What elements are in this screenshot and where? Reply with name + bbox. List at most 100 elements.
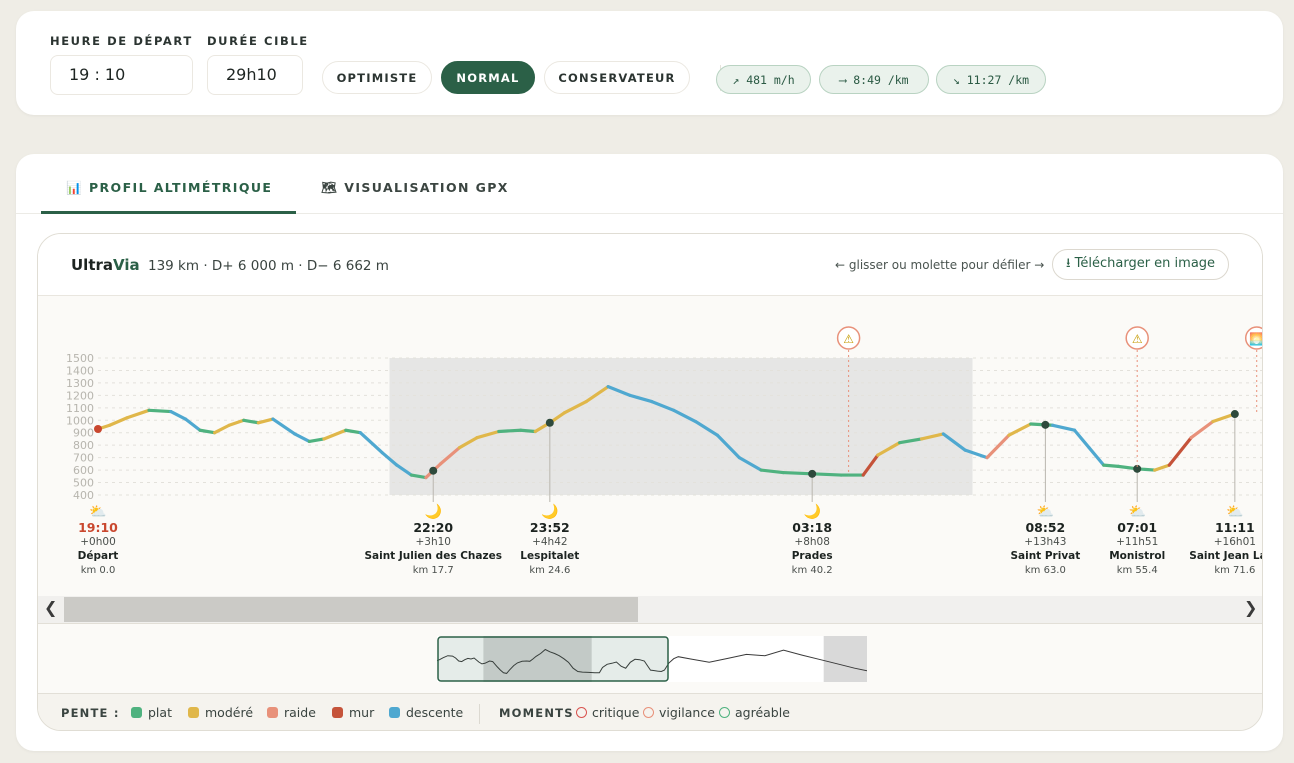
- elevation-segment: [227, 418, 246, 427]
- elevation-segment: [1051, 423, 1077, 432]
- y-tick-label: 900: [73, 427, 94, 440]
- elevation-segment: [242, 418, 260, 425]
- elevation-segment: [358, 431, 384, 455]
- minimap[interactable]: [38, 623, 1262, 693]
- legend-critique: critique: [576, 705, 639, 720]
- horizontal-scrollbar[interactable]: ❮ ❯: [38, 596, 1262, 623]
- flat-pace-pill: ⟶ 8:49 /km: [819, 65, 929, 94]
- target-duration-label: DURÉE CIBLE: [207, 34, 309, 48]
- mode-normal-button[interactable]: NORMAL: [441, 61, 535, 94]
- waypoint-name: Saint Privat: [1010, 550, 1080, 562]
- elevation-segment: [293, 432, 311, 444]
- elevation-segment: [344, 428, 362, 435]
- sunrise-icon: 🌅: [1249, 332, 1263, 346]
- partly-cloudy-icon: ⛅: [1128, 504, 1145, 520]
- waypoint-name: Lespitalet: [520, 550, 579, 562]
- start-time-label: HEURE DE DÉPART: [50, 34, 193, 48]
- legend-divider: [479, 704, 480, 724]
- crescent-moon-icon: 🌙: [425, 503, 442, 520]
- waypoint-km: km 40.2: [792, 565, 833, 576]
- elevation-segment: [1102, 463, 1120, 468]
- crescent-moon-icon: 🌙: [541, 503, 558, 520]
- waypoint-marker: [1041, 420, 1050, 429]
- world-map-icon: 🗺: [321, 180, 339, 195]
- tab-bar: 📊 PROFIL ALTIMÉTRIQUE 🗺 VISUALISATION GPX: [16, 154, 1283, 214]
- waypoint-name: Saint Jean Lach: [1189, 550, 1263, 562]
- minimap-chart[interactable]: [437, 636, 867, 682]
- y-tick-label: 700: [73, 452, 94, 465]
- y-tick-label: 500: [73, 477, 94, 490]
- start-time-input[interactable]: 19 : 10: [50, 55, 193, 95]
- y-tick-label: 400: [73, 489, 94, 502]
- waypoint-elapsed: +16h01: [1214, 536, 1256, 548]
- partly-cloudy-icon: ⛅: [89, 504, 106, 520]
- elevation-profile-chart[interactable]: 1500140013001200110010009008007006005004…: [38, 296, 1263, 596]
- download-image-button[interactable]: ⭳ Télécharger en image: [1052, 249, 1229, 280]
- waypoint-km: km 55.4: [1117, 565, 1158, 576]
- elevation-segment: [497, 428, 523, 434]
- climb-rate-pill: ↗ 481 m/h: [716, 65, 811, 94]
- legend-modere: modéré: [188, 705, 253, 720]
- y-tick-label: 1500: [66, 352, 94, 365]
- elevation-segment: [1167, 436, 1193, 467]
- legend-vigilance: vigilance: [643, 705, 715, 720]
- pente-legend-label: PENTE :: [61, 706, 120, 720]
- scrollbar-thumb[interactable]: [64, 597, 638, 622]
- mode-conservateur-button[interactable]: CONSERVATEUR: [544, 61, 690, 94]
- elevation-segment: [519, 428, 537, 434]
- waypoint-marker: [94, 424, 102, 433]
- panel-header: UltraVia 139 km · D+ 6 000 m · D− 6 662 …: [38, 234, 1262, 296]
- waypoint-km: km 63.0: [1025, 565, 1066, 576]
- elevation-segment: [108, 416, 129, 427]
- mode-optimiste-button[interactable]: OPTIMISTE: [322, 61, 432, 94]
- race-stats: 139 km · D+ 6 000 m · D− 6 662 m: [148, 258, 389, 274]
- elevation-segment: [1087, 446, 1106, 467]
- waypoint-km: km 0.0: [81, 565, 116, 576]
- waypoint-km: km 71.6: [1214, 565, 1255, 576]
- legend-plat: plat: [131, 705, 172, 720]
- elevation-segment: [810, 472, 843, 477]
- legend-mur: mur: [332, 705, 374, 720]
- legend-descente: descente: [389, 705, 463, 720]
- waypoint-elapsed: +0h00: [80, 536, 116, 548]
- elevation-segment: [781, 470, 814, 476]
- waypoint-time: 23:52: [530, 520, 570, 535]
- y-tick-label: 1300: [66, 377, 94, 390]
- scroll-right-icon[interactable]: ❯: [1244, 598, 1257, 617]
- elevation-segment: [169, 409, 188, 421]
- elevation-segment: [322, 428, 348, 441]
- race-settings-card: HEURE DE DÉPART 19 : 10 DURÉE CIBLE 29h1…: [16, 11, 1283, 115]
- minimap-night-band-2: [823, 636, 867, 682]
- scroll-left-icon[interactable]: ❮: [44, 598, 57, 617]
- descent-pace-pill: ↘ 11:27 /km: [936, 65, 1046, 94]
- elevation-segment: [125, 408, 151, 420]
- y-tick-label: 600: [73, 464, 94, 477]
- elevation-segment: [256, 417, 275, 425]
- elevation-segment: [1153, 463, 1171, 472]
- target-duration-input[interactable]: 29h10: [207, 55, 303, 95]
- tab-profil-altimetrique[interactable]: 📊 PROFIL ALTIMÉTRIQUE: [66, 180, 272, 196]
- y-tick-label: 1000: [66, 414, 94, 427]
- waypoint-elapsed: +8h08: [794, 536, 830, 548]
- brand-logo: UltraVia: [71, 256, 140, 274]
- elevation-segment: [213, 423, 231, 435]
- partly-cloudy-icon: ⛅: [1037, 504, 1054, 520]
- tab-visualisation-gpx[interactable]: 🗺 VISUALISATION GPX: [321, 180, 509, 196]
- waypoint-marker: [1230, 410, 1239, 419]
- waypoint-name: Départ: [78, 550, 119, 562]
- waypoint-elapsed: +3h10: [415, 536, 451, 548]
- elevation-segment: [307, 437, 326, 444]
- waypoint-time: 03:18: [792, 520, 832, 535]
- legend: PENTE : plat modéré raide mur descente M…: [38, 693, 1262, 730]
- elevation-segment: [147, 408, 173, 414]
- minimap-viewport: [437, 636, 669, 682]
- waypoint-km: km 24.6: [529, 565, 570, 576]
- y-tick-label: 1100: [66, 402, 94, 415]
- y-tick-label: 1200: [66, 389, 94, 402]
- y-tick-label: 800: [73, 439, 94, 452]
- waypoint-time: 11:11: [1215, 520, 1255, 535]
- elevation-profile[interactable]: 1500 1400 1300 1200 1100 1000 900 800 700 600 500 4…: [38, 296, 1263, 623]
- elevation-segment: [1007, 422, 1033, 437]
- moments-legend-label: MOMENTS: [499, 706, 574, 720]
- elevation-segment: [1189, 419, 1215, 440]
